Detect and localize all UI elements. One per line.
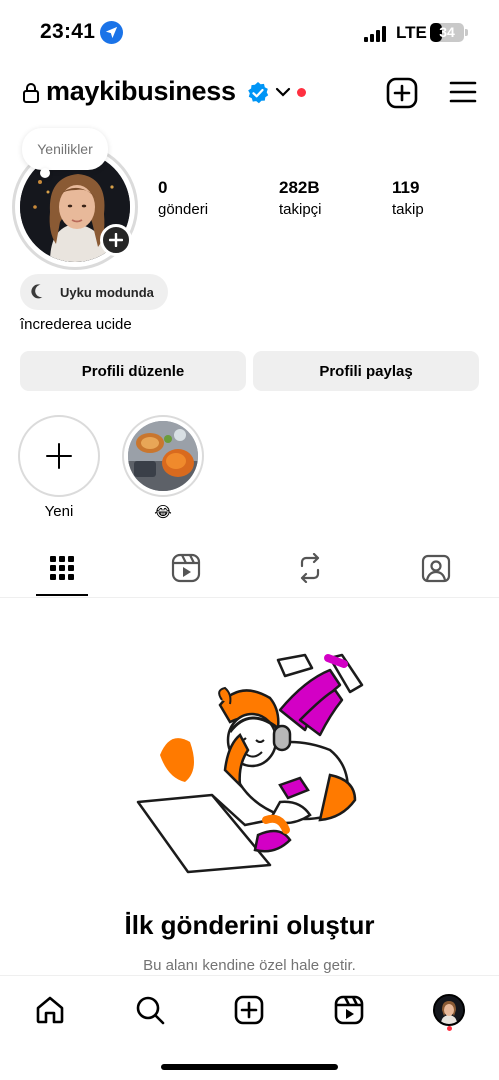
stat-posts[interactable]: 0 gönderi bbox=[158, 178, 208, 218]
signal-icon bbox=[364, 26, 388, 42]
highlight-item-ring[interactable] bbox=[122, 415, 204, 497]
empty-state-subtitle: Bu alanı kendine özel hale getir. bbox=[143, 957, 356, 974]
home-icon bbox=[36, 996, 64, 1024]
tab-tagged[interactable] bbox=[410, 540, 462, 596]
lock-icon bbox=[22, 82, 40, 109]
stat-following-value: 119 bbox=[392, 178, 420, 197]
username[interactable]: maykibusiness bbox=[46, 76, 236, 107]
nav-reels[interactable] bbox=[329, 990, 369, 1030]
share-profile-button[interactable]: Profili paylaş bbox=[253, 351, 479, 391]
note-bubble-tail bbox=[40, 168, 50, 178]
verified-badge-icon bbox=[246, 81, 270, 110]
tab-reels[interactable] bbox=[160, 540, 212, 596]
grid-icon bbox=[50, 556, 74, 580]
highlight-item-label: 😂 bbox=[154, 504, 172, 521]
nav-home[interactable] bbox=[30, 990, 70, 1030]
bottom-navigation bbox=[0, 975, 499, 1080]
profile-header: maykibusiness bbox=[0, 72, 499, 116]
home-indicator bbox=[161, 1064, 338, 1070]
edit-profile-button[interactable]: Profili düzenle bbox=[20, 351, 246, 391]
reels-icon bbox=[334, 995, 364, 1025]
moon-icon bbox=[31, 284, 43, 299]
nav-create[interactable] bbox=[229, 990, 269, 1030]
reposts-icon bbox=[300, 553, 320, 583]
active-tab-indicator bbox=[36, 594, 88, 596]
search-icon bbox=[136, 996, 165, 1025]
notification-dot bbox=[297, 88, 306, 97]
location-arrow-icon bbox=[100, 21, 123, 44]
stat-followers[interactable]: 282B takipçi bbox=[279, 178, 322, 218]
stat-posts-value: 0 bbox=[158, 178, 168, 197]
tagged-icon bbox=[421, 554, 451, 583]
hamburger-menu-icon[interactable] bbox=[449, 80, 477, 109]
highlight-new-label: Yeni bbox=[44, 503, 74, 520]
nav-search[interactable] bbox=[130, 990, 170, 1030]
tab-grid[interactable] bbox=[36, 540, 88, 596]
profile-tabs bbox=[0, 540, 499, 598]
highlight-new[interactable]: Yeni bbox=[18, 415, 100, 520]
add-story-button[interactable] bbox=[100, 224, 132, 256]
profile-avatar[interactable] bbox=[433, 994, 465, 1026]
bio-text: încrederea ucide bbox=[20, 316, 132, 333]
nav-profile[interactable] bbox=[429, 990, 469, 1030]
plus-icon bbox=[46, 443, 72, 469]
note-bubble[interactable]: Yenilikler bbox=[22, 128, 108, 170]
highlight-item[interactable]: 😂 bbox=[122, 415, 204, 521]
stat-followers-value: 282B bbox=[279, 178, 320, 197]
stat-followers-label: takipçi bbox=[279, 201, 322, 218]
network-label: LTE bbox=[396, 23, 427, 42]
battery-icon: 34 bbox=[430, 23, 464, 42]
create-plus-icon[interactable] bbox=[386, 77, 418, 114]
stat-following-label: takip bbox=[392, 201, 424, 218]
status-time: 23:41 bbox=[40, 20, 96, 43]
reels-icon bbox=[171, 553, 201, 583]
profile-notification-dot bbox=[447, 1026, 452, 1031]
highlight-new-ring[interactable] bbox=[18, 415, 100, 497]
plus-icon bbox=[109, 233, 123, 247]
battery-level: 34 bbox=[439, 24, 455, 40]
stat-following[interactable]: 119 takip bbox=[392, 178, 424, 218]
tab-reposts[interactable] bbox=[284, 540, 336, 596]
empty-state-illustration bbox=[130, 650, 370, 880]
empty-state-title: İlk gönderini oluştur bbox=[124, 910, 375, 940]
sleep-status-chip[interactable]: Uyku modunda bbox=[20, 274, 168, 310]
sleep-status-label: Uyku modunda bbox=[60, 284, 154, 300]
chevron-down-icon[interactable] bbox=[275, 85, 291, 103]
stat-posts-label: gönderi bbox=[158, 201, 209, 218]
create-icon bbox=[234, 995, 264, 1025]
status-bar: 23:41 LTE 34 bbox=[0, 0, 499, 64]
highlight-thumbnail bbox=[128, 421, 198, 491]
battery-nub bbox=[465, 29, 468, 36]
